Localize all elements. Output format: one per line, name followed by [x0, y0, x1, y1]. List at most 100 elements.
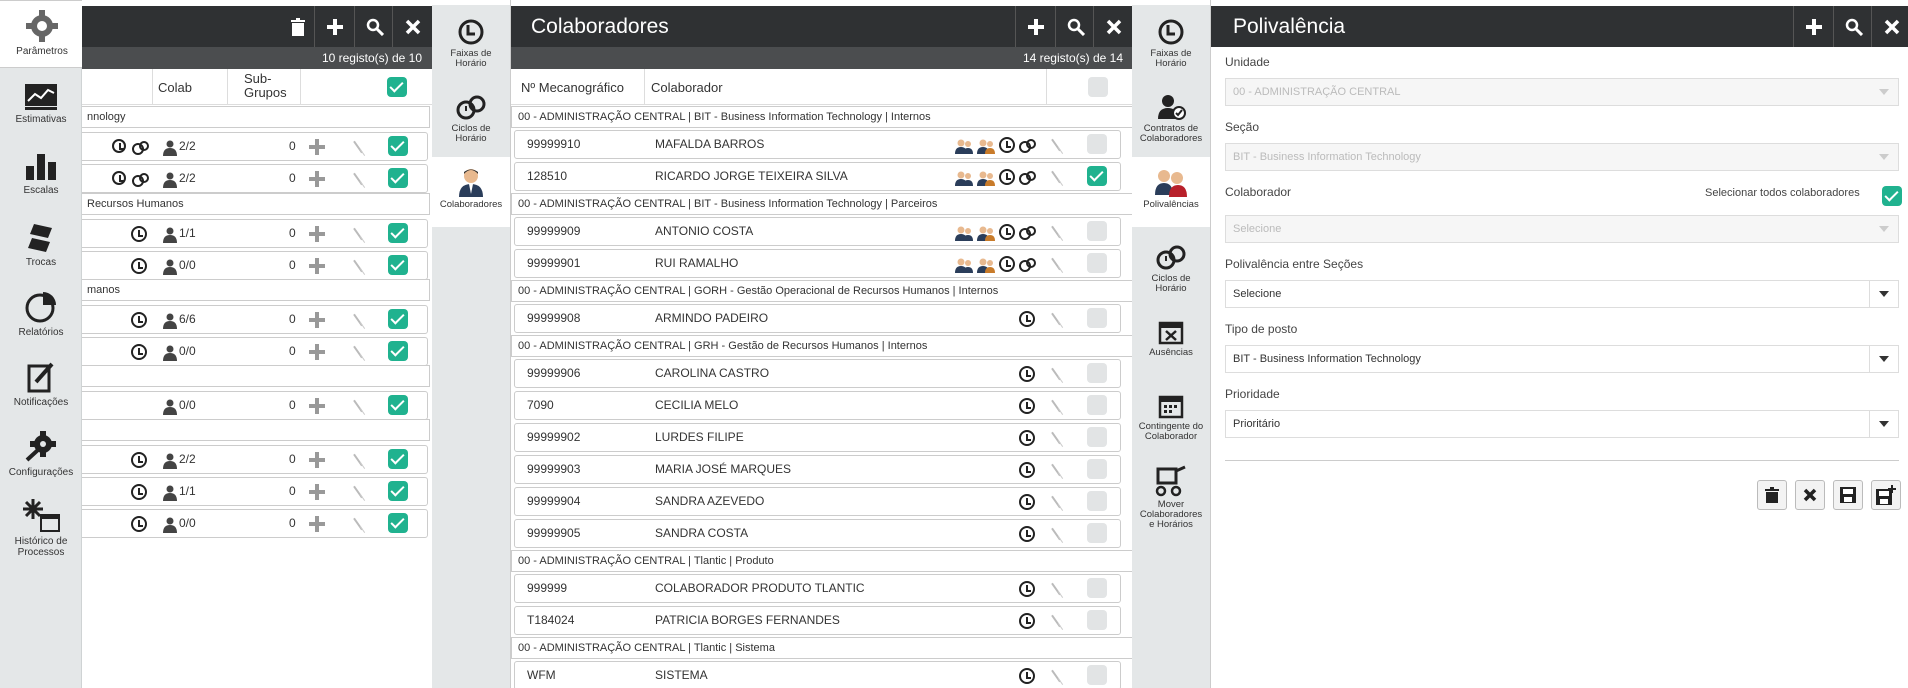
- close-button[interactable]: [392, 6, 432, 47]
- sidebar-item-escalas[interactable]: Escalas: [0, 152, 82, 196]
- cycle-icon[interactable]: [1019, 169, 1037, 185]
- table-row[interactable]: 0/0 0: [82, 391, 428, 420]
- edit-icon[interactable]: [353, 259, 363, 273]
- close-button[interactable]: [1093, 6, 1132, 47]
- table-row[interactable]: 7090 CECILIA MELO: [514, 391, 1121, 420]
- team-icon[interactable]: [955, 224, 973, 241]
- table-row[interactable]: 99999910 MAFALDA BARROS: [514, 130, 1121, 159]
- clock-icon[interactable]: [1019, 462, 1035, 478]
- row-checkbox[interactable]: [1087, 363, 1107, 383]
- row-checkbox[interactable]: [1087, 166, 1107, 186]
- edit-icon[interactable]: [1051, 257, 1061, 271]
- add-colaborador-button[interactable]: [1015, 6, 1055, 47]
- row-checkbox[interactable]: [1087, 221, 1107, 241]
- clock-icon[interactable]: [131, 344, 147, 360]
- add-icon[interactable]: [309, 258, 325, 274]
- table-row[interactable]: 2/2 0: [82, 164, 428, 193]
- sidebar-item-parametros[interactable]: Parâmetros: [0, 0, 84, 68]
- delete-button[interactable]: [278, 6, 318, 47]
- clock-icon[interactable]: [131, 258, 147, 274]
- row-checkbox[interactable]: [388, 223, 408, 243]
- edit-icon[interactable]: [353, 485, 363, 499]
- cycle-icon[interactable]: [132, 139, 150, 155]
- table-row[interactable]: 99999906 CAROLINA CASTRO: [514, 359, 1121, 388]
- cycle-icon[interactable]: [132, 171, 150, 187]
- close-button[interactable]: [1871, 6, 1908, 47]
- edit-icon[interactable]: [353, 227, 363, 241]
- add-icon[interactable]: [309, 171, 325, 187]
- table-row[interactable]: 99999904 SANDRA AZEVEDO: [514, 487, 1121, 516]
- cycle-icon[interactable]: [1019, 137, 1037, 153]
- team-alt-icon[interactable]: [977, 169, 995, 186]
- clock-icon[interactable]: [999, 256, 1015, 272]
- row-checkbox[interactable]: [388, 136, 408, 156]
- table-row[interactable]: 0/0 0: [82, 251, 428, 280]
- row-checkbox[interactable]: [388, 309, 408, 329]
- add-button[interactable]: [1793, 6, 1833, 47]
- add-icon[interactable]: [309, 312, 325, 328]
- team-alt-icon[interactable]: [977, 224, 995, 241]
- row-checkbox[interactable]: [388, 168, 408, 188]
- save-button[interactable]: [1833, 480, 1863, 510]
- unidade-select[interactable]: 00 - ADMINISTRAÇÃO CENTRAL: [1225, 78, 1899, 106]
- col-colaborador[interactable]: Colaborador: [651, 80, 723, 95]
- tab-contingente[interactable]: Contingente do Colaborador: [1132, 393, 1210, 442]
- edit-icon[interactable]: [1051, 582, 1061, 596]
- stopwatch-icon[interactable]: [112, 171, 126, 185]
- edit-icon[interactable]: [1051, 527, 1061, 541]
- edit-icon[interactable]: [1051, 463, 1061, 477]
- row-checkbox[interactable]: [1087, 610, 1107, 630]
- colaborador-select[interactable]: Selecione: [1225, 215, 1899, 243]
- table-row[interactable]: 1/1 0: [82, 477, 428, 506]
- edit-icon[interactable]: [1051, 312, 1061, 326]
- add-icon[interactable]: [309, 139, 325, 155]
- stopwatch-icon[interactable]: [112, 139, 126, 153]
- save-new-button[interactable]: [1871, 480, 1901, 510]
- row-checkbox[interactable]: [388, 513, 408, 533]
- table-row[interactable]: 1/1 0: [82, 219, 428, 248]
- clock-icon[interactable]: [999, 169, 1015, 185]
- table-row[interactable]: T184024 PATRICIA BORGES FERNANDES: [514, 606, 1121, 635]
- table-row[interactable]: 6/6 0: [82, 305, 428, 334]
- table-row[interactable]: 99999901 RUI RAMALHO: [514, 249, 1121, 278]
- sidebar-item-notificacoes[interactable]: Notificações: [0, 360, 82, 408]
- team-alt-icon[interactable]: [977, 256, 995, 273]
- tipo-posto-select[interactable]: BIT - Business Information Technology: [1225, 345, 1899, 373]
- add-icon[interactable]: [309, 398, 325, 414]
- edit-icon[interactable]: [1051, 669, 1061, 683]
- team-icon[interactable]: [955, 256, 973, 273]
- row-checkbox[interactable]: [1087, 665, 1107, 685]
- sidebar-item-historico[interactable]: Histórico de Processos: [0, 497, 82, 558]
- select-all-checkbox[interactable]: [1088, 77, 1108, 97]
- clock-icon[interactable]: [1019, 366, 1035, 382]
- tab-polivalencias[interactable]: Polivalências: [1132, 157, 1210, 227]
- polivalencia-select[interactable]: Selecione: [1225, 280, 1899, 308]
- table-row[interactable]: 99999905 SANDRA COSTA: [514, 519, 1121, 548]
- select-all-colaboradores-checkbox[interactable]: [1882, 186, 1902, 206]
- search-button[interactable]: [1833, 6, 1873, 47]
- sidebar-item-estimativas[interactable]: Estimativas: [0, 83, 82, 125]
- table-row[interactable]: 0/0 0: [82, 337, 428, 366]
- edit-icon[interactable]: [353, 345, 363, 359]
- edit-icon[interactable]: [1051, 399, 1061, 413]
- team-icon[interactable]: [955, 169, 973, 186]
- tab-faixas-horario[interactable]: Faixas de Horário: [432, 18, 510, 69]
- clock-icon[interactable]: [1019, 398, 1035, 414]
- table-row[interactable]: 2/2 0: [82, 445, 428, 474]
- sidebar-item-trocas[interactable]: Trocas: [0, 222, 82, 268]
- sidebar-item-configuracoes[interactable]: Configurações: [0, 430, 82, 478]
- cancel-button[interactable]: [1795, 480, 1825, 510]
- add-icon[interactable]: [309, 344, 325, 360]
- row-checkbox[interactable]: [388, 481, 408, 501]
- tab-colaboradores[interactable]: Colaboradores: [432, 157, 510, 227]
- table-row[interactable]: 2/2 0: [82, 132, 428, 161]
- table-row[interactable]: 99999902 LURDES FILIPE: [514, 423, 1121, 452]
- tab-ausencias[interactable]: Ausências: [1132, 319, 1210, 358]
- row-checkbox[interactable]: [1087, 523, 1107, 543]
- tab-faixas-horario[interactable]: Faixas de Horário: [1132, 18, 1210, 69]
- team-icon[interactable]: [955, 137, 973, 154]
- search-button[interactable]: [1055, 6, 1095, 47]
- table-row[interactable]: WFM SISTEMA: [514, 661, 1121, 688]
- table-row[interactable]: 99999908 ARMINDO PADEIRO: [514, 304, 1121, 333]
- clock-icon[interactable]: [131, 484, 147, 500]
